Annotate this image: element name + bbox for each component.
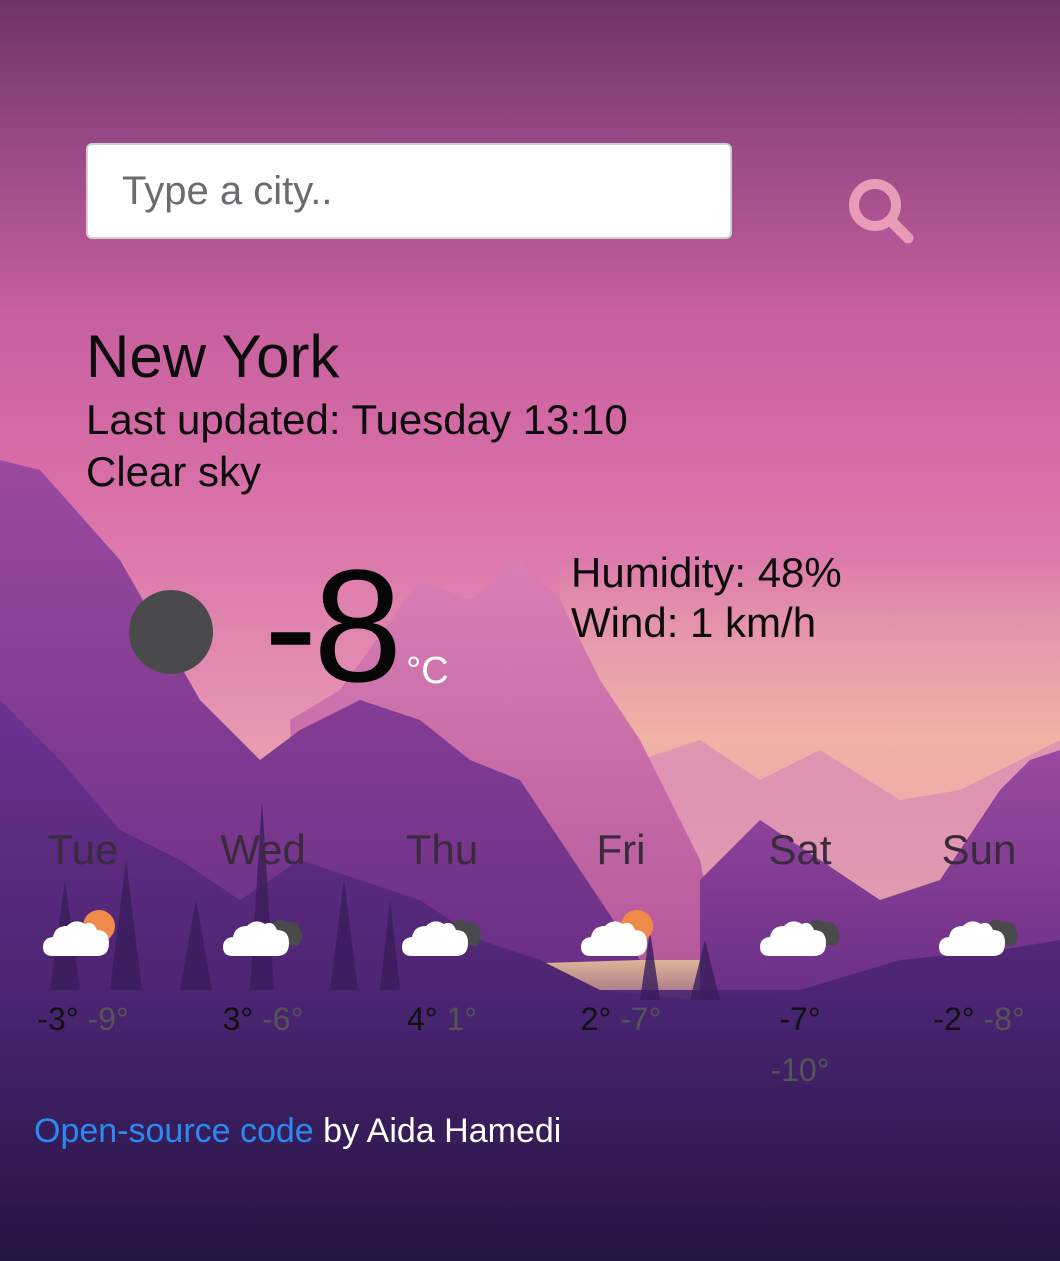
- city-name: New York: [86, 323, 340, 390]
- forecast-max: 2°: [580, 1001, 612, 1037]
- forecast-max: -2°: [933, 1001, 975, 1037]
- forecast-day-name: Fri: [596, 826, 646, 873]
- forecast-day: Sun -2° -8°: [889, 826, 1060, 1045]
- forecast-day-name: Wed: [220, 826, 306, 873]
- forecast-day: Wed 3° -6°: [173, 826, 353, 1045]
- forecast-day-name: Sun: [941, 826, 1017, 873]
- forecast-max: -3°: [37, 1001, 79, 1037]
- forecast-min: 1°: [446, 1001, 478, 1037]
- forecast-temps: 2° -7°: [531, 994, 711, 1045]
- temperature-unit[interactable]: °C: [406, 650, 449, 693]
- forecast-temps: 3° -6°: [173, 994, 353, 1045]
- forecast-day: Fri 2° -7°: [531, 826, 711, 1045]
- forecast-day-name: Sat: [768, 826, 832, 873]
- forecast-max: 3°: [222, 1001, 254, 1037]
- search-icon: [849, 179, 914, 244]
- cloud-dark-cloud-icon: [760, 919, 840, 956]
- forecast-day: Tue -3° -9°: [0, 826, 173, 1045]
- forecast-min: -6°: [262, 1001, 304, 1037]
- wind: Wind: 1 km/h: [571, 599, 817, 646]
- cloud-sun-icon: [581, 910, 653, 956]
- open-source-link[interactable]: Open-source code: [34, 1112, 314, 1150]
- search-button[interactable]: [842, 172, 920, 250]
- cloud-dark-cloud-icon: [939, 919, 1019, 956]
- last-updated: Last updated: Tuesday 13:10: [86, 396, 628, 443]
- cloud-dark-cloud-icon: [402, 919, 482, 956]
- weather-description: Clear sky: [86, 448, 262, 495]
- forecast-min: -8°: [983, 1001, 1025, 1037]
- weather-app: New York Last updated: Tuesday 13:10 Cle…: [0, 0, 1060, 1261]
- forecast-min: -10°: [770, 1052, 830, 1089]
- current-temperature: -8: [264, 536, 402, 715]
- humidity: Humidity: 48%: [571, 549, 842, 596]
- clear-sky-icon: [129, 590, 213, 674]
- forecast-temps: -3° -9°: [0, 994, 173, 1045]
- cloud-sun-icon: [43, 910, 115, 956]
- forecast-temps: -2° -8°: [889, 994, 1060, 1045]
- city-search-input[interactable]: [120, 167, 730, 215]
- footer-author: by Aida Hamedi: [313, 1112, 562, 1150]
- forecast-min: -7°: [620, 1001, 662, 1037]
- forecast-max: 4°: [406, 1001, 438, 1037]
- footer: Open-source code by Aida Hamedi: [34, 1112, 561, 1151]
- forecast-max: -7°: [779, 1001, 821, 1037]
- cloud-dark-cloud-icon: [223, 919, 303, 956]
- forecast-day-name: Tue: [47, 826, 119, 873]
- search-box: [86, 143, 732, 239]
- forecast-day: Thu 4° 1°: [352, 826, 532, 1045]
- forecast-temps: 4° 1°: [352, 994, 532, 1045]
- forecast-day-name: Thu: [405, 826, 479, 873]
- forecast-temps: -7° -10°: [770, 994, 830, 1096]
- forecast-day: Sat -7° -10°: [710, 826, 890, 1096]
- forecast-min: -9°: [87, 1001, 129, 1037]
